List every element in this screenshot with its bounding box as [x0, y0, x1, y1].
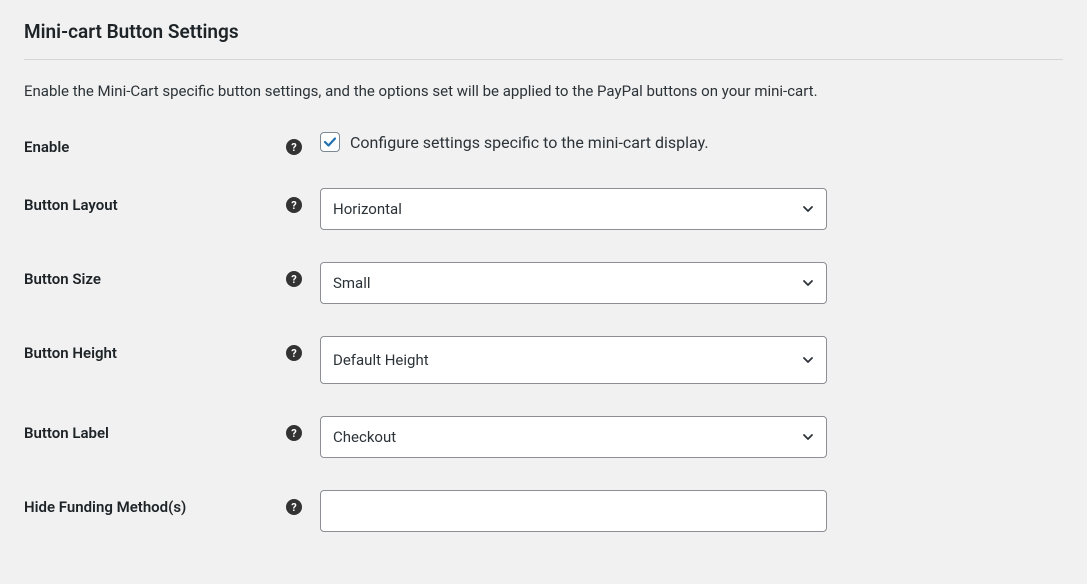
row-height: Button Height ? Default Height: [24, 304, 1063, 384]
label-size: Button Size: [24, 270, 101, 288]
height-select[interactable]: Default Height: [320, 336, 827, 384]
row-hide-funding: Hide Funding Method(s) ?: [24, 458, 1063, 532]
label-col-size: Button Size ?: [24, 262, 320, 288]
row-enable: Enable ? Configure settings specific to …: [24, 108, 1063, 156]
control-enable: Configure settings specific to the mini-…: [320, 132, 827, 152]
section-title: Mini-cart Button Settings: [24, 20, 1063, 60]
row-btn-label: Button Label ? Checkout: [24, 384, 1063, 458]
label-col-height: Button Height ?: [24, 336, 320, 362]
btn-label-select-wrap: Checkout: [320, 416, 827, 458]
settings-form: Enable ? Configure settings specific to …: [24, 108, 1063, 532]
control-height: Default Height: [320, 336, 827, 384]
btn-label-select-value: Checkout: [333, 428, 396, 446]
size-select[interactable]: Small: [320, 262, 827, 304]
help-icon[interactable]: ?: [286, 271, 302, 287]
check-icon: [323, 135, 337, 149]
btn-label-select[interactable]: Checkout: [320, 416, 827, 458]
layout-select-wrap: Horizontal: [320, 188, 827, 230]
label-height: Button Height: [24, 344, 117, 362]
enable-checkbox[interactable]: [320, 132, 340, 152]
help-icon[interactable]: ?: [286, 197, 302, 213]
control-btn-label: Checkout: [320, 416, 827, 458]
label-layout: Button Layout: [24, 196, 118, 214]
section-description: Enable the Mini-Cart specific button set…: [24, 60, 1063, 108]
label-col-layout: Button Layout ?: [24, 188, 320, 214]
control-layout: Horizontal: [320, 188, 827, 230]
help-icon[interactable]: ?: [286, 425, 302, 441]
row-layout: Button Layout ? Horizontal: [24, 156, 1063, 230]
label-hide-funding: Hide Funding Method(s): [24, 498, 186, 516]
height-select-value: Default Height: [333, 351, 429, 369]
hide-funding-input[interactable]: [320, 490, 827, 532]
label-col-btn-label: Button Label ?: [24, 416, 320, 442]
label-col-hide-funding: Hide Funding Method(s) ?: [24, 490, 320, 516]
control-size: Small: [320, 262, 827, 304]
help-icon[interactable]: ?: [286, 499, 302, 515]
enable-checkbox-label: Configure settings specific to the mini-…: [350, 133, 709, 152]
help-icon[interactable]: ?: [286, 139, 302, 155]
enable-checkbox-row: Configure settings specific to the mini-…: [320, 132, 827, 152]
label-enable: Enable: [24, 138, 69, 156]
size-select-value: Small: [333, 274, 371, 292]
height-select-wrap: Default Height: [320, 336, 827, 384]
row-size: Button Size ? Small: [24, 230, 1063, 304]
help-icon[interactable]: ?: [286, 345, 302, 361]
control-hide-funding: [320, 490, 827, 532]
size-select-wrap: Small: [320, 262, 827, 304]
layout-select-value: Horizontal: [333, 200, 402, 218]
layout-select[interactable]: Horizontal: [320, 188, 827, 230]
label-btn-label: Button Label: [24, 424, 109, 442]
label-col-enable: Enable ?: [24, 132, 320, 156]
